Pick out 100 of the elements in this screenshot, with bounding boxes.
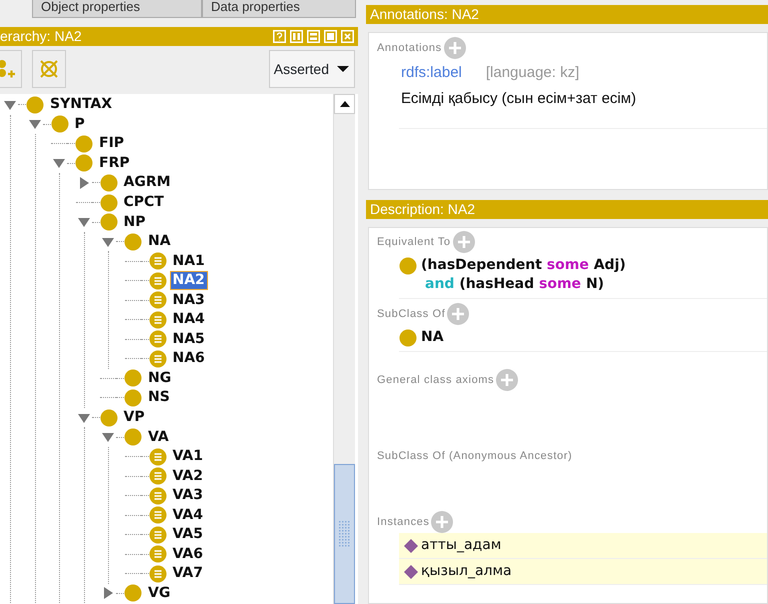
panel-title: erarchy: NA2: [0, 27, 83, 46]
tree-item[interactable]: VA3: [170, 486, 206, 506]
tree-item[interactable]: NG: [145, 368, 174, 388]
split-horizontal-icon[interactable]: [307, 30, 320, 43]
class-icon: [75, 134, 93, 153]
class-expression[interactable]: (hasDependent some Adj): [421, 256, 626, 275]
maximize-icon[interactable]: [324, 30, 337, 43]
defined-class-icon: [148, 545, 166, 564]
individual-name[interactable]: атты_адам: [421, 535, 502, 556]
tree-item[interactable]: VP: [120, 408, 148, 428]
language-tag: [language: kz]: [486, 62, 580, 84]
section-label: SubClass Of (Anonymous Ancestor): [377, 448, 572, 464]
class-icon: [124, 388, 142, 407]
tree-item[interactable]: AGRM: [120, 173, 174, 192]
individual-icon: [403, 564, 419, 580]
section-label: General class axioms: [377, 372, 494, 388]
defined-class-icon: [148, 310, 166, 329]
hierarchy-dropdown[interactable]: Asserted: [268, 50, 355, 88]
scroll-thumb[interactable]: [334, 464, 355, 604]
tree-item[interactable]: VA1: [170, 447, 206, 466]
section-label: Instances: [377, 514, 430, 530]
grip-icon: [338, 521, 350, 547]
defined-class-icon: [148, 330, 166, 348]
add-class-icon: [0, 58, 16, 80]
up-arrow-icon: [340, 101, 350, 107]
tree-item[interactable]: CPCT: [120, 193, 167, 212]
class-icon: [26, 96, 44, 114]
section-label: Annotations: [377, 40, 442, 56]
expand-arrow-icon[interactable]: [78, 176, 90, 189]
collapse-arrow-icon[interactable]: [4, 98, 16, 111]
tree-item[interactable]: FRP: [96, 154, 133, 173]
collapse-arrow-icon[interactable]: [102, 431, 114, 444]
class-icon: [100, 408, 118, 427]
defined-class-icon: [148, 526, 166, 544]
tab[interactable]: Data properties: [202, 0, 356, 18]
add-icon[interactable]: [447, 303, 470, 325]
class-icon: [399, 257, 417, 275]
tree-item[interactable]: VA2: [170, 466, 206, 486]
section-label: SubClass Of: [377, 306, 446, 322]
tree-item[interactable]: SYNTAX: [47, 95, 116, 114]
tree-item[interactable]: VA6: [170, 544, 206, 564]
defined-class-icon: [148, 467, 166, 486]
tree-item[interactable]: NA4: [170, 310, 208, 330]
collapse-arrow-icon[interactable]: [78, 412, 90, 424]
tree-item[interactable]: NP: [120, 212, 148, 232]
tree-item[interactable]: VA7: [170, 564, 206, 584]
class-icon: [100, 174, 118, 192]
tree-item[interactable]: FIP: [96, 134, 128, 154]
defined-class-icon: [148, 486, 166, 505]
tree-item[interactable]: P: [72, 114, 88, 134]
defined-class-icon: [148, 291, 166, 310]
class-icon: [50, 115, 68, 134]
help-icon[interactable]: [273, 30, 286, 43]
class-name[interactable]: NA: [421, 328, 444, 347]
tree-item[interactable]: NA3: [170, 290, 208, 310]
add-icon[interactable]: [444, 37, 466, 59]
defined-class-icon: [148, 448, 166, 466]
scrollbar[interactable]: [333, 94, 355, 604]
tree-item[interactable]: NA: [145, 232, 174, 252]
collapse-arrow-icon[interactable]: [102, 236, 114, 248]
scroll-up-button[interactable]: [334, 94, 355, 114]
individual-name[interactable]: қызыл_алма: [421, 561, 512, 582]
tree-item[interactable]: VA5: [170, 525, 206, 544]
tree-item[interactable]: VA: [145, 428, 172, 447]
tree-item[interactable]: NS: [145, 388, 173, 408]
tab[interactable]: Object properties: [32, 0, 202, 18]
defined-class-icon: [148, 252, 166, 270]
tree-item[interactable]: NA6: [170, 349, 208, 368]
expand-arrow-icon[interactable]: [102, 587, 114, 600]
class-icon: [100, 213, 118, 232]
tree-item[interactable]: NA1: [170, 252, 208, 271]
tree-item[interactable]: NA5: [170, 330, 208, 349]
class-icon: [75, 154, 93, 172]
section-label: Equivalent To: [377, 234, 451, 250]
class-icon: [124, 428, 142, 446]
defined-class-icon: [148, 564, 166, 583]
add-icon[interactable]: [496, 369, 518, 391]
annotation-property[interactable]: rdfs:label: [401, 62, 462, 84]
defined-class-icon: [148, 350, 166, 368]
class-icon: [100, 194, 118, 212]
add-icon[interactable]: [452, 231, 475, 253]
annotation-value: Есімді қабысу (сын есім+зат есім): [401, 88, 638, 108]
tree-item[interactable]: NA2: [170, 271, 208, 290]
class-icon: [124, 232, 142, 251]
add-icon[interactable]: [431, 511, 454, 533]
delete-class-button[interactable]: [32, 50, 66, 88]
tree-item[interactable]: VG: [145, 584, 174, 603]
collapse-arrow-icon[interactable]: [78, 216, 90, 228]
class-expression[interactable]: and (hasHead some N): [421, 275, 626, 294]
collapse-arrow-icon[interactable]: [28, 118, 40, 130]
tree-item[interactable]: VA4: [170, 506, 206, 525]
close-icon[interactable]: [341, 30, 354, 43]
caret-icon: [337, 65, 349, 73]
class-icon: [124, 584, 142, 602]
class-icon: [124, 369, 142, 388]
defined-class-icon: [148, 272, 166, 290]
collapse-arrow-icon[interactable]: [53, 157, 65, 170]
split-vertical-icon[interactable]: [290, 30, 303, 43]
defined-class-icon: [148, 506, 166, 524]
panel-title: Description: NA2: [369, 200, 476, 219]
